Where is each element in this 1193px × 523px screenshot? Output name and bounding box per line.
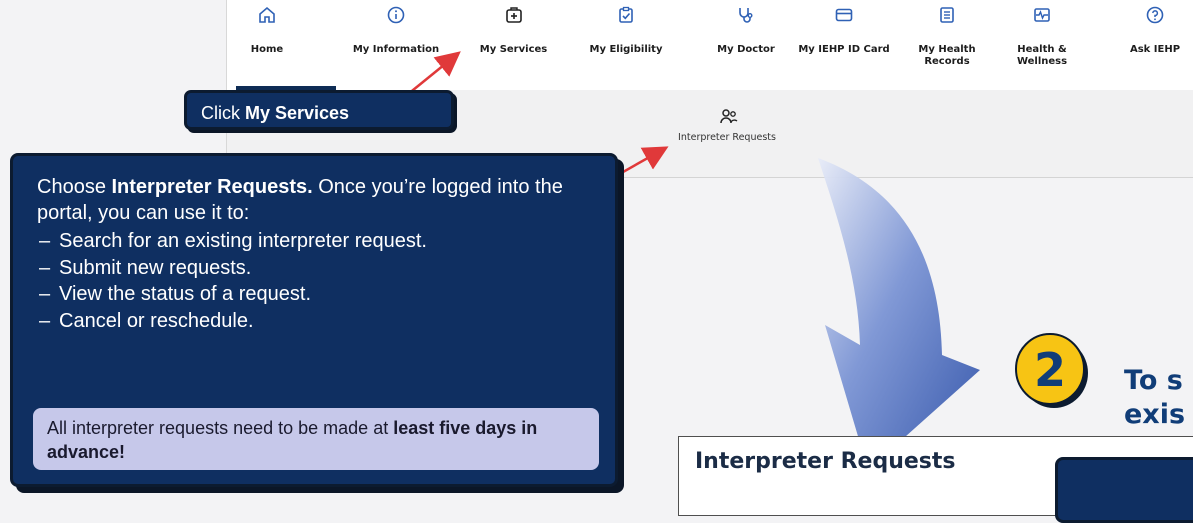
list-item: Search for an existing interpreter reque… [37,228,427,255]
list-item: View the status of a request. [37,281,427,308]
step-number-badge: 2 [1015,333,1088,408]
advance-notice-note: All interpreter requests need to be made… [33,408,599,470]
step-heading: To s exis [1124,365,1186,430]
callout-click-my-services: Click My Services [184,90,454,130]
step-number: 2 [1034,343,1066,397]
list-item: Submit new requests. [37,255,427,282]
dark-callout-partial [1055,457,1193,523]
big-curved-arrow [818,158,980,470]
callout-intro: Choose Interpreter Requests. Once you’re… [37,176,563,224]
callout-feature-list: Search for an existing interpreter reque… [37,228,427,334]
list-item: Cancel or reschedule. [37,308,427,335]
callout-interpreter-requests-info: Choose Interpreter Requests. Once you’re… [10,153,618,487]
panel-title: Interpreter Requests [695,449,956,474]
